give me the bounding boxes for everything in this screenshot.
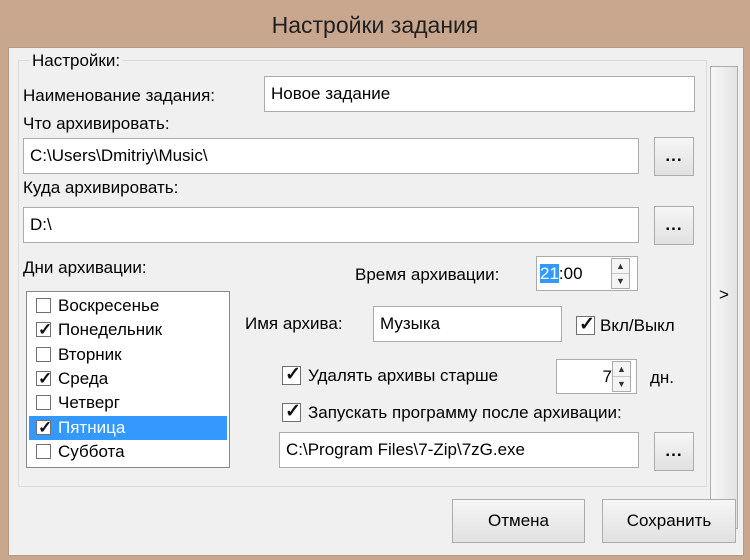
check-mark-icon: ✓ <box>38 417 53 437</box>
time-input[interactable]: 21:00 ▲ ▼ <box>536 256 638 291</box>
day-checkbox[interactable]: ✓ <box>36 320 52 339</box>
source-label: Что архивировать: <box>23 114 170 133</box>
check-mark-icon: ✓ <box>38 320 53 340</box>
day-list-item[interactable]: ✓ Понедельник <box>29 318 227 342</box>
cancel-button[interactable]: Отмена <box>452 499 585 543</box>
day-label: Понедельник <box>58 320 163 340</box>
delete-old-label: Удалять архивы старше <box>308 366 499 385</box>
days-label: Дни архивации: <box>23 258 147 277</box>
program-browse-button[interactable]: ... <box>654 432 694 471</box>
run-after-checkbox[interactable]: ✓ <box>282 401 301 422</box>
day-list-item[interactable]: Вторник <box>29 343 227 367</box>
day-label: Среда <box>58 368 109 388</box>
day-checkbox[interactable] <box>36 443 51 459</box>
task-name-label: Наименование задания: <box>23 86 216 105</box>
destination-browse-button[interactable]: ... <box>654 206 694 245</box>
archive-name-label: Имя архива: <box>245 314 343 333</box>
settings-group-title: Настройки: <box>29 51 124 71</box>
day-checkbox[interactable]: ✓ <box>36 418 52 437</box>
enabled-label: Вкл/Выкл <box>600 316 675 335</box>
time-spinner[interactable]: ▲ ▼ <box>611 258 630 289</box>
save-button[interactable]: Сохранить <box>602 499 736 543</box>
run-after-label: Запускать программу после архивации: <box>308 403 622 422</box>
day-checkbox[interactable]: ✓ <box>36 369 52 388</box>
day-checkbox[interactable] <box>36 395 51 411</box>
expand-side-button[interactable]: > <box>710 66 738 529</box>
day-list-item[interactable]: ✓ Пятница <box>29 415 227 440</box>
day-checkbox[interactable] <box>36 298 51 313</box>
spin-up-icon[interactable]: ▲ <box>612 259 629 274</box>
day-list-item[interactable]: Четверг <box>29 391 227 415</box>
destination-path-input[interactable]: D:\ <box>23 207 639 243</box>
source-browse-button[interactable]: ... <box>654 137 694 176</box>
day-label: Воскресенье <box>58 296 160 315</box>
enabled-checkbox[interactable]: ✓ <box>576 314 595 335</box>
spin-down-icon[interactable]: ▼ <box>612 274 629 288</box>
time-hours: 21 <box>540 264 559 283</box>
spin-down-icon[interactable]: ▼ <box>613 377 630 391</box>
delete-days-value: 7 <box>602 367 612 386</box>
day-list-item[interactable]: Воскресенье <box>29 294 227 318</box>
dialog-window: Настройки задания Настройки: Наименовани… <box>0 0 750 560</box>
window-title: Настройки задания <box>271 12 479 38</box>
day-checkbox[interactable] <box>36 346 51 362</box>
delete-old-checkbox[interactable]: ✓ <box>282 364 301 385</box>
day-list-item[interactable]: ✓ Среда <box>29 367 227 391</box>
day-label: Вторник <box>58 344 122 364</box>
days-listbox[interactable]: Воскресенье ✓ Понедельник Вторник ✓ Среда Четв… <box>26 291 230 468</box>
check-mark-icon: ✓ <box>38 368 53 388</box>
days-unit-label: дн. <box>650 368 675 387</box>
task-name-input[interactable]: Новое задание <box>264 76 695 112</box>
day-list-item[interactable]: Суббота <box>29 440 227 464</box>
chevron-right-icon: > <box>719 285 729 304</box>
program-path-input[interactable]: C:\Program Files\7-Zip\7zG.exe <box>279 432 639 468</box>
time-minutes: :00 <box>558 264 583 283</box>
spin-up-icon[interactable]: ▲ <box>613 362 630 377</box>
day-label: Четверг <box>58 393 120 413</box>
time-label: Время архивации: <box>355 265 500 284</box>
source-path-input[interactable]: C:\Users\Dmitriy\Music\ <box>23 138 639 174</box>
archive-name-input[interactable]: Музыка <box>373 306 562 342</box>
day-label: Суббота <box>58 441 125 461</box>
destination-label: Куда архивировать: <box>23 178 179 197</box>
delete-days-spinner[interactable]: ▲ ▼ <box>612 361 631 392</box>
delete-days-input[interactable]: 7 ▲ ▼ <box>556 359 637 394</box>
day-label: Пятница <box>58 417 126 437</box>
